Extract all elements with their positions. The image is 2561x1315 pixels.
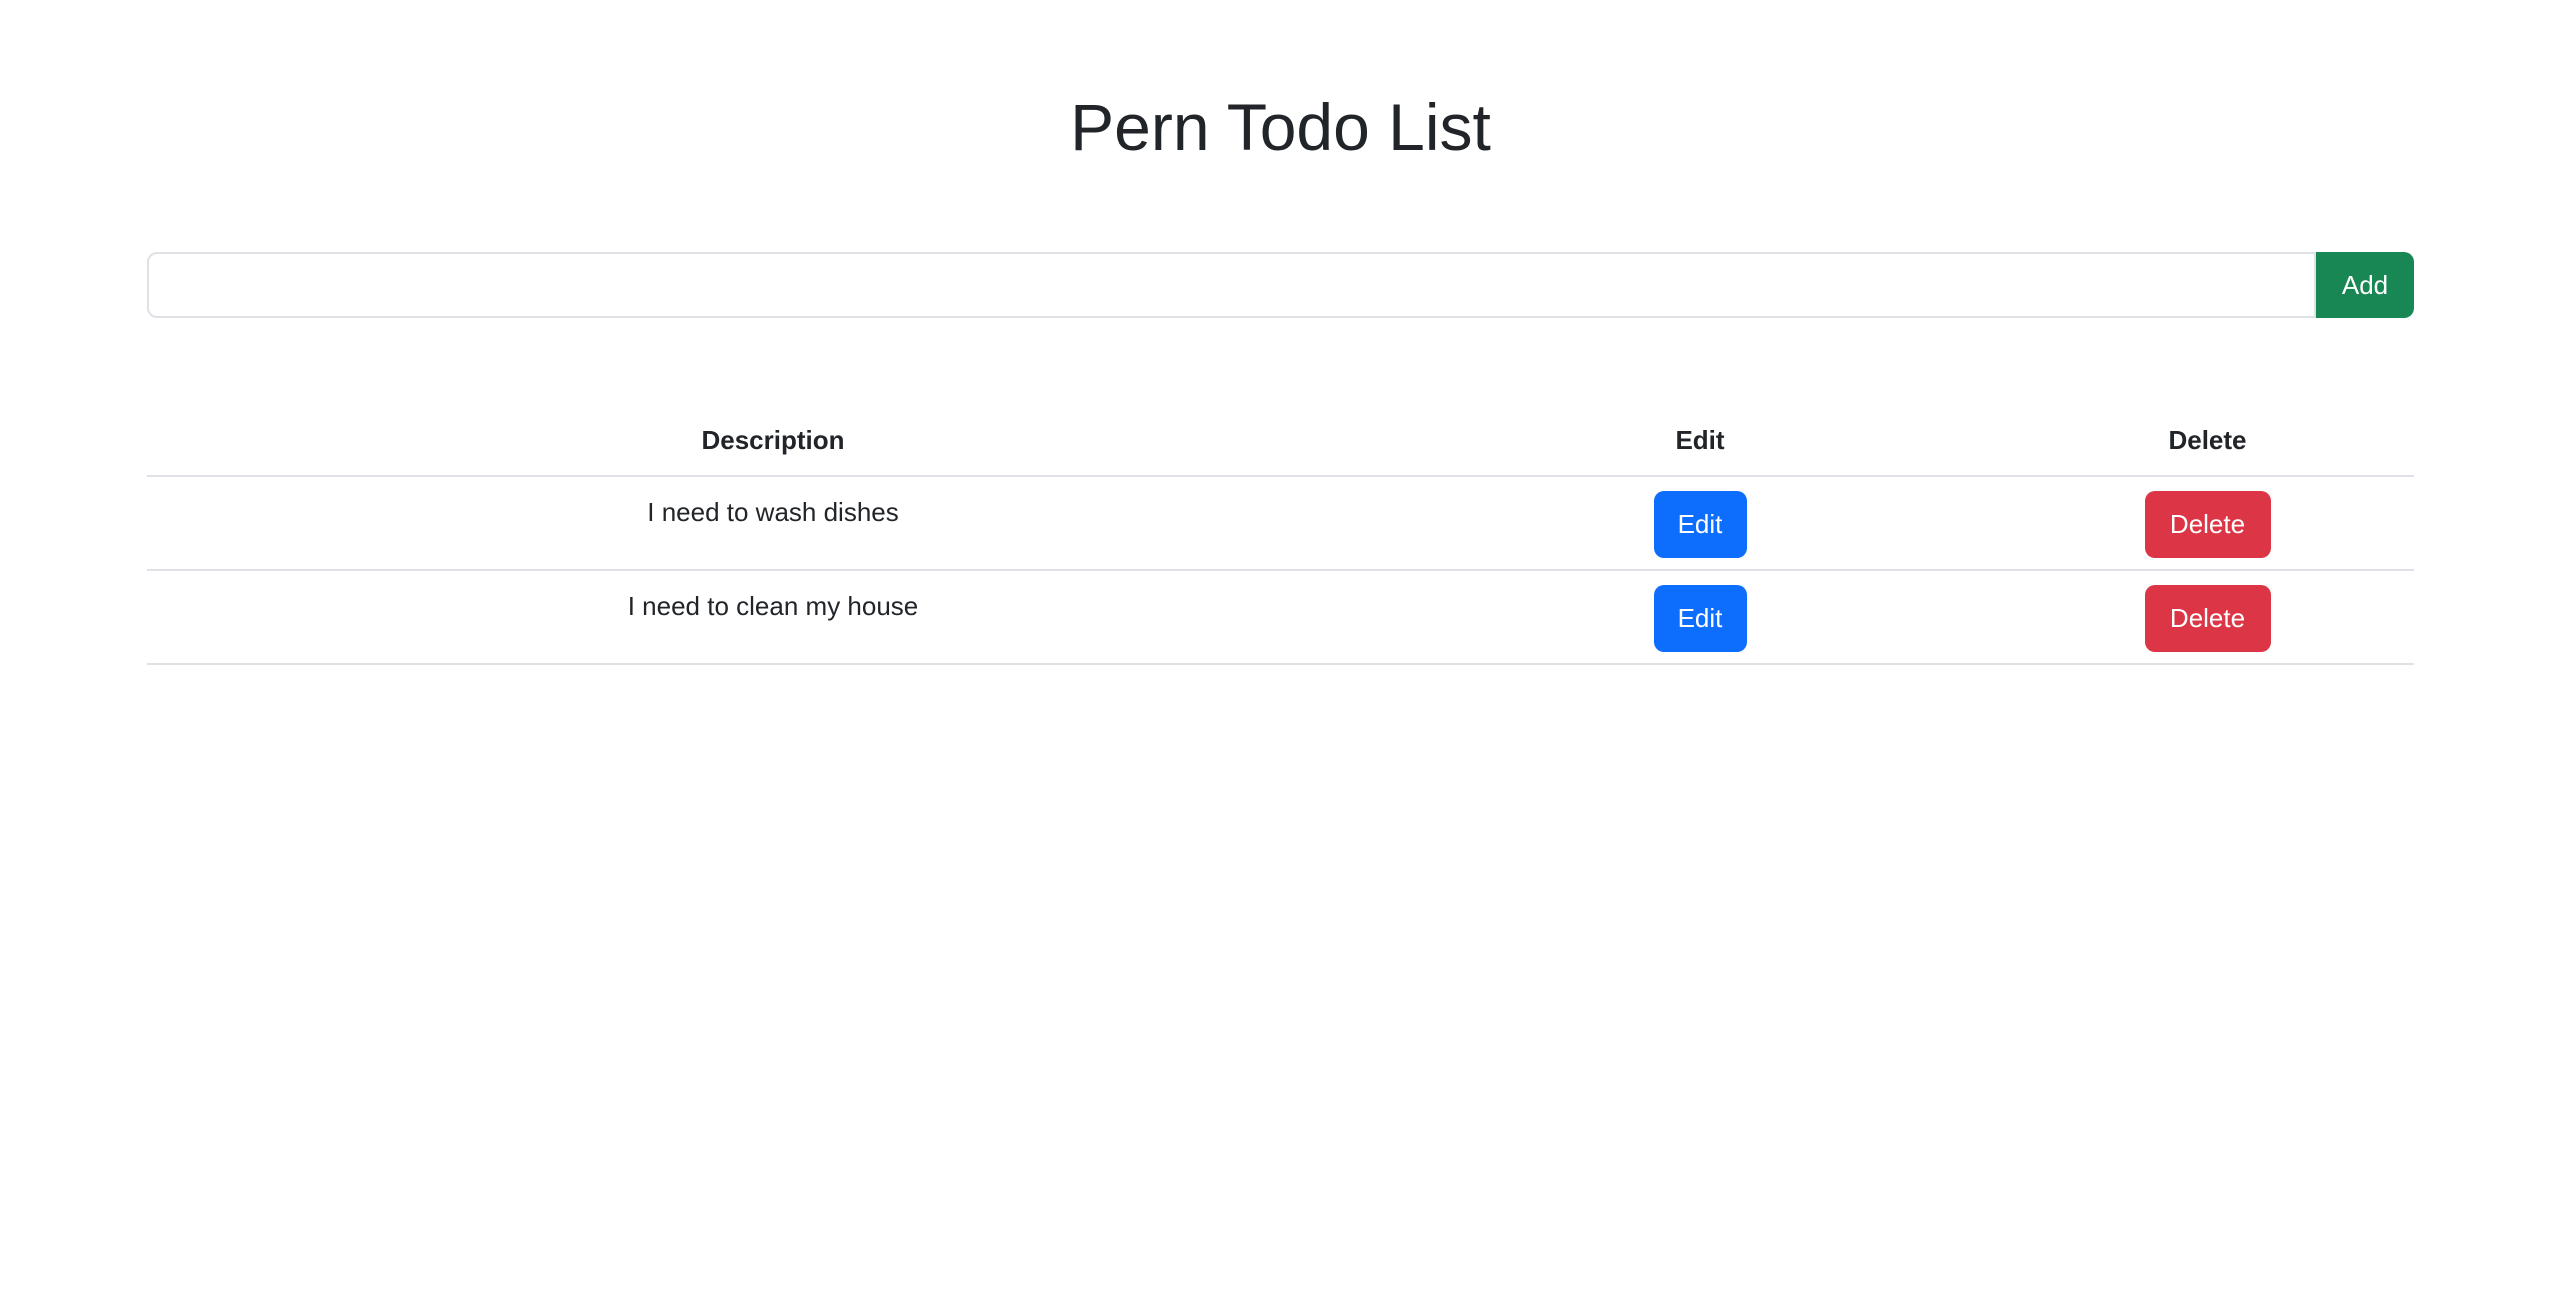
delete-button[interactable]: Delete	[2144, 491, 2271, 558]
table-row: I need to wash dishes Edit Delete	[147, 476, 2414, 571]
todo-description-input[interactable]	[147, 252, 2316, 318]
delete-button[interactable]: Delete	[2144, 585, 2271, 652]
edit-button[interactable]: Edit	[1653, 585, 1747, 652]
todo-description: I need to wash dishes	[147, 476, 1399, 571]
table-header-row: Description Edit Delete	[147, 405, 2414, 477]
page-title: Pern Todo List	[1070, 90, 1491, 164]
header-edit: Edit	[1399, 405, 2001, 477]
edit-button[interactable]: Edit	[1653, 491, 1747, 558]
todo-table: Description Edit Delete I need to wash d…	[147, 405, 2414, 665]
todo-description: I need to clean my house	[147, 570, 1399, 665]
header-description: Description	[147, 405, 1399, 477]
add-button[interactable]: Add	[2316, 252, 2414, 318]
header-delete: Delete	[2001, 405, 2414, 477]
todo-input-form: Add	[147, 252, 2414, 318]
table-row: I need to clean my house Edit Delete	[147, 570, 2414, 665]
